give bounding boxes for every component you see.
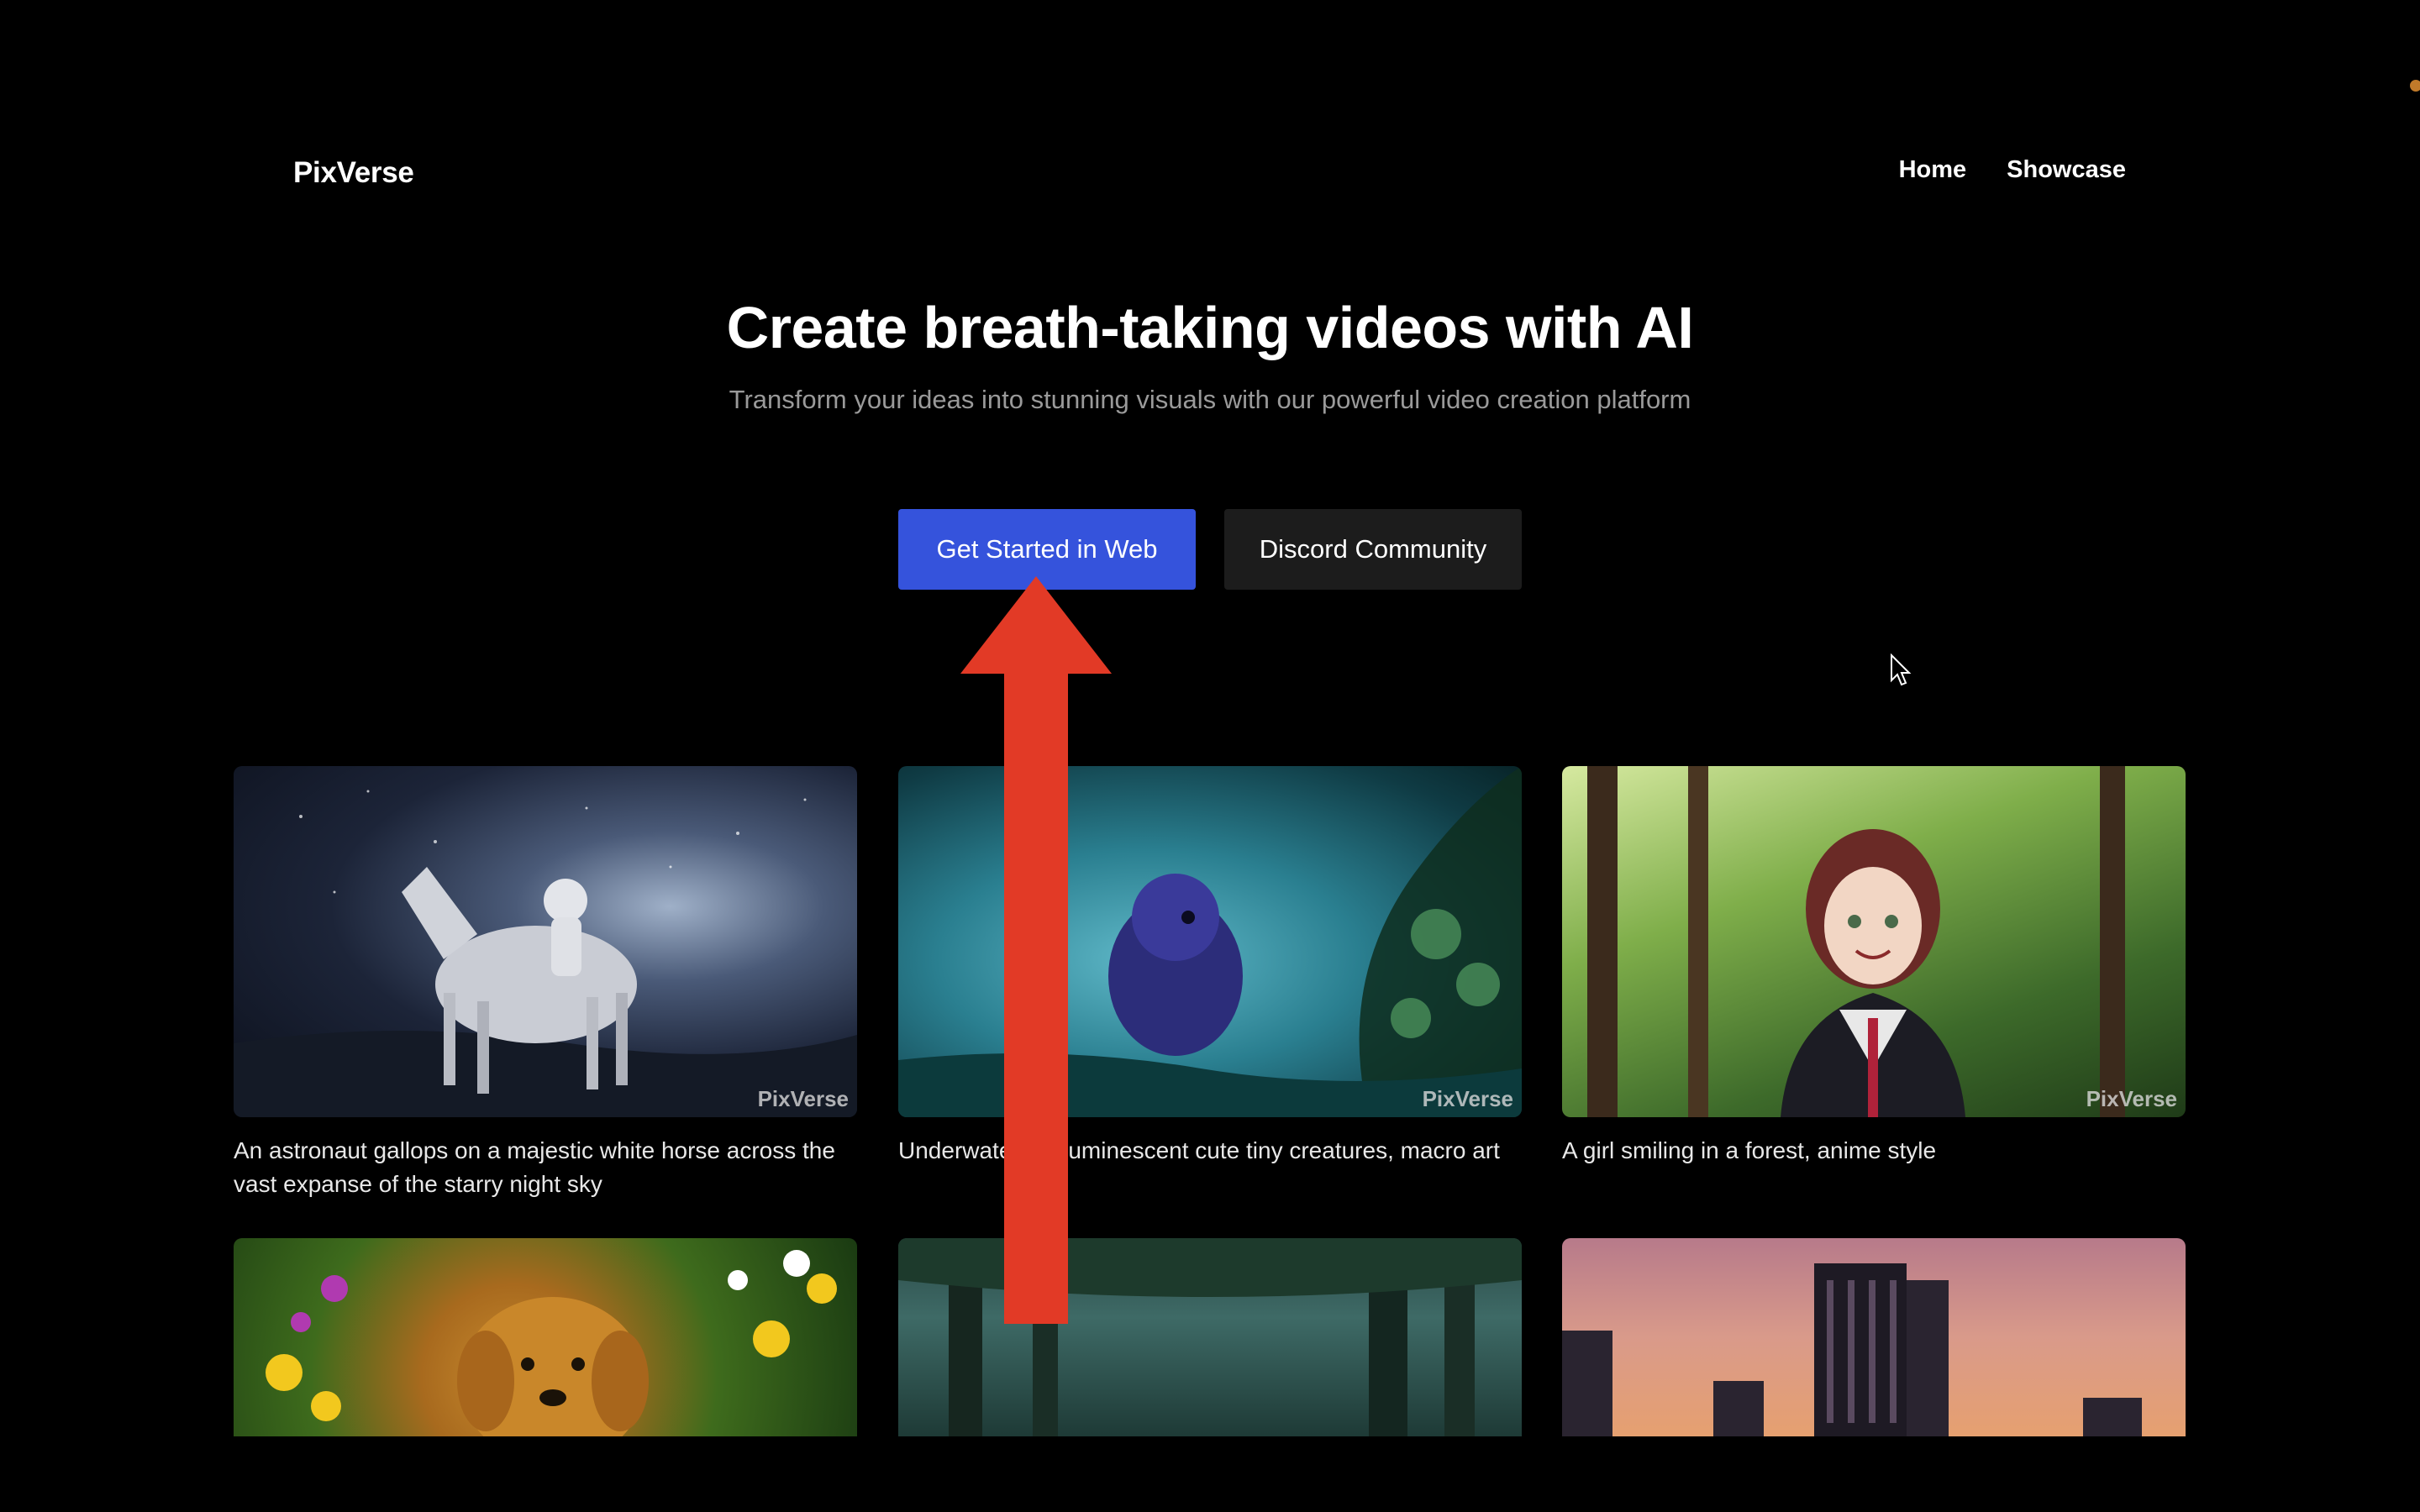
gallery-thumbnail[interactable] xyxy=(234,1238,857,1436)
nav-home[interactable]: Home xyxy=(1899,156,1967,184)
gallery-card-3[interactable]: PixVerse A girl smiling in a forest, ani… xyxy=(1562,766,2186,1168)
nav-showcase[interactable]: Showcase xyxy=(2007,156,2126,184)
watermark: PixVerse xyxy=(2086,1086,2177,1111)
watermark: PixVerse xyxy=(1422,1086,1513,1111)
red-up-arrow-icon xyxy=(960,576,1112,1324)
site-logo[interactable]: PixVerse xyxy=(293,156,414,190)
corner-indicator xyxy=(2410,80,2420,92)
top-nav: Home Showcase xyxy=(1899,156,2126,184)
gallery-thumbnail[interactable]: PixVerse xyxy=(234,766,857,1117)
gallery-thumbnail[interactable] xyxy=(1562,1238,2186,1436)
gallery-card-1[interactable]: PixVerse An astronaut gallops on a majes… xyxy=(234,766,857,1201)
gallery-card-4[interactable] xyxy=(234,1238,857,1436)
mouse-pointer-icon xyxy=(1891,654,1912,686)
hero-title: Create breath-taking videos with AI xyxy=(726,295,1694,360)
discord-community-button[interactable]: Discord Community xyxy=(1224,509,1522,590)
watermark: PixVerse xyxy=(757,1086,849,1111)
gallery-caption: A girl smiling in a forest, anime style xyxy=(1562,1137,1937,1163)
gallery-thumbnail[interactable]: PixVerse xyxy=(1562,766,2186,1117)
hero-subtitle: Transform your ideas into stunning visua… xyxy=(729,385,1691,414)
gallery-caption: An astronaut gallops on a majestic white… xyxy=(234,1137,835,1197)
gallery-card-6[interactable] xyxy=(1562,1238,2186,1436)
